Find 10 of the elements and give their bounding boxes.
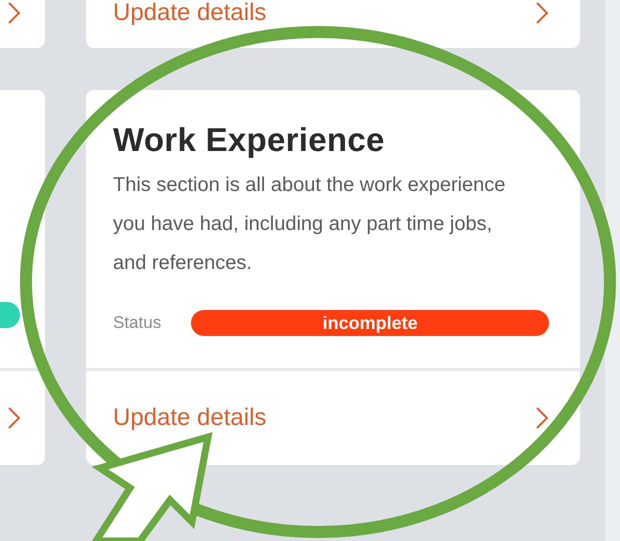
chevron-right-icon (536, 2, 548, 24)
chevron-right-icon (536, 407, 548, 429)
chevron-right-icon (8, 407, 20, 429)
status-label: Status (113, 313, 162, 333)
status-pill: incomplete (191, 310, 549, 336)
update-details-link[interactable]: Update details (113, 404, 266, 432)
card-description: This section is all about the work experience you have had, including any part time jobs, and references. (113, 173, 506, 276)
card-title: Work Experience (113, 120, 386, 160)
chevron-right-icon (8, 2, 20, 24)
update-details-link[interactable]: Update details (113, 0, 266, 27)
